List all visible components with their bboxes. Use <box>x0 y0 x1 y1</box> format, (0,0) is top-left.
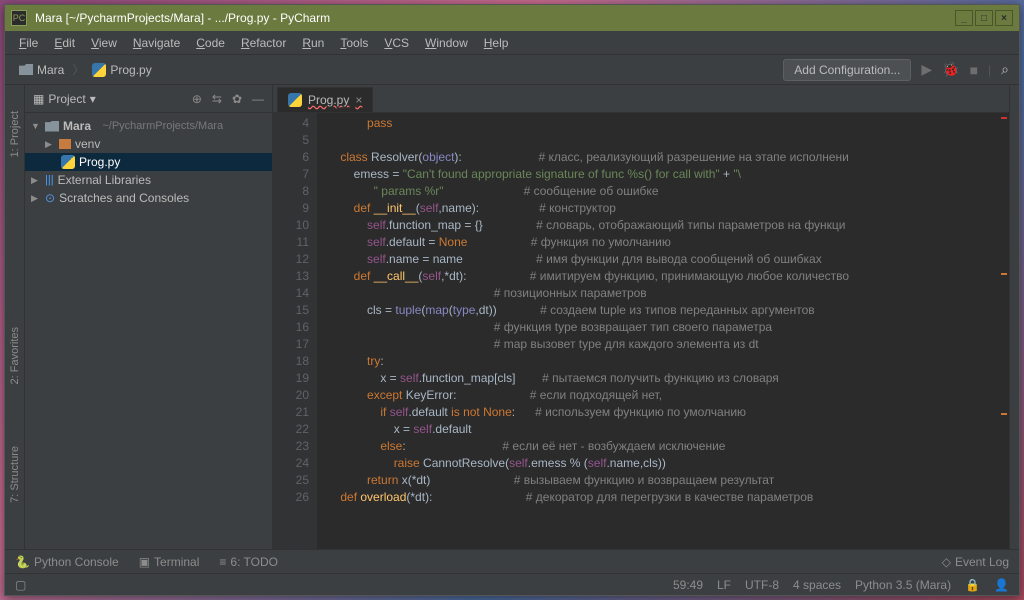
inspector-icon[interactable]: 👤 <box>994 578 1009 592</box>
project-tool-button[interactable]: 1: Project <box>7 105 23 163</box>
editor-tabs: Prog.py × <box>273 85 1009 113</box>
menu-refactor[interactable]: Refactor <box>233 36 294 50</box>
tree-venv[interactable]: ▶ venv <box>25 135 272 153</box>
scratches-icon: ⊙ <box>45 191 55 205</box>
lock-icon[interactable]: 🔒 <box>965 578 980 592</box>
close-button[interactable]: × <box>995 10 1013 26</box>
left-gutter-bar: 1: Project 2: Favorites 7: Structure <box>5 85 25 549</box>
tree-root[interactable]: ▼ Mara ~/PycharmProjects/Mara <box>25 117 272 135</box>
todo-button[interactable]: ≡ 6: TODO <box>219 555 278 569</box>
python-icon <box>61 155 75 169</box>
menu-view[interactable]: View <box>83 36 125 50</box>
line-gutter: 4567891011121314151617181920212223242526 <box>273 113 317 549</box>
stop-icon[interactable]: ■ <box>970 62 978 78</box>
right-gutter-bar <box>1009 85 1019 549</box>
code-text[interactable]: pass class Resolver(object): # класс, ре… <box>317 113 1009 549</box>
collapse-icon[interactable]: ⇆ <box>212 92 222 106</box>
menu-run[interactable]: Run <box>294 36 332 50</box>
python-icon <box>288 93 302 107</box>
favorites-tool-button[interactable]: 2: Favorites <box>7 321 23 390</box>
cursor-position[interactable]: 59:49 <box>673 578 703 592</box>
run-icon[interactable]: ▶ <box>921 61 932 78</box>
folder-icon <box>59 139 71 149</box>
breadcrumb: Mara 〉 Prog.py <box>15 61 156 79</box>
menu-navigate[interactable]: Navigate <box>125 36 188 50</box>
tree-external-libs[interactable]: ▶||| External Libraries <box>25 171 272 189</box>
bottom-toolbar: 🐍 Python Console ▣ Terminal ≡ 6: TODO ◇ … <box>5 549 1019 573</box>
statusbar: ▢ 59:49 LF UTF-8 4 spaces Python 3.5 (Ma… <box>5 573 1019 595</box>
app-icon: PC <box>11 10 27 26</box>
titlebar[interactable]: PC Mara [~/PycharmProjects/Mara] - .../P… <box>5 5 1019 31</box>
terminal-button[interactable]: ▣ Terminal <box>139 555 200 569</box>
sidebar-title[interactable]: ▦ Project ▾ <box>33 92 96 106</box>
target-icon[interactable]: ⊕ <box>192 92 202 106</box>
python-console-button[interactable]: 🐍 Python Console <box>15 555 119 569</box>
menubar: FileEditViewNavigateCodeRefactorRunTools… <box>5 31 1019 55</box>
menu-edit[interactable]: Edit <box>46 36 83 50</box>
minimize-button[interactable]: _ <box>955 10 973 26</box>
error-stripe[interactable] <box>999 113 1009 549</box>
add-configuration-button[interactable]: Add Configuration... <box>783 59 911 81</box>
menu-vcs[interactable]: VCS <box>376 36 417 50</box>
indent-setting[interactable]: 4 spaces <box>793 578 841 592</box>
project-sidebar: ▦ Project ▾ ⊕ ⇆ ✿ — ▼ Mara ~/PycharmProj… <box>25 85 273 549</box>
encoding[interactable]: UTF-8 <box>745 578 779 592</box>
library-icon: ||| <box>45 174 54 186</box>
status-icon[interactable]: ▢ <box>15 578 26 592</box>
menu-window[interactable]: Window <box>417 36 476 50</box>
settings-icon[interactable]: ✿ <box>232 92 242 106</box>
folder-icon <box>45 121 59 132</box>
menu-help[interactable]: Help <box>476 36 517 50</box>
tree-scratches[interactable]: ▶⊙ Scratches and Consoles <box>25 189 272 207</box>
toolbar: Mara 〉 Prog.py Add Configuration... ▶ 🐞 … <box>5 55 1019 85</box>
python-icon <box>92 63 106 77</box>
tree-file-selected[interactable]: Prog.py <box>25 153 272 171</box>
close-tab-icon[interactable]: × <box>355 93 362 107</box>
search-icon[interactable]: ⌕ <box>1001 61 1009 78</box>
breadcrumb-file[interactable]: Prog.py <box>88 61 155 79</box>
sidebar-header: ▦ Project ▾ ⊕ ⇆ ✿ — <box>25 85 272 113</box>
editor-tab[interactable]: Prog.py × <box>277 87 373 112</box>
maximize-button[interactable]: □ <box>975 10 993 26</box>
app-window: PC Mara [~/PycharmProjects/Mara] - .../P… <box>4 4 1020 596</box>
project-tree: ▼ Mara ~/PycharmProjects/Mara ▶ venv Pro… <box>25 113 272 211</box>
main-area: 1: Project 2: Favorites 7: Structure ▦ P… <box>5 85 1019 549</box>
breadcrumb-root[interactable]: Mara <box>15 61 68 79</box>
line-ending[interactable]: LF <box>717 578 731 592</box>
menu-tools[interactable]: Tools <box>332 36 376 50</box>
debug-icon[interactable]: 🐞 <box>942 61 959 78</box>
editor: Prog.py × 456789101112131415161718192021… <box>273 85 1009 549</box>
event-log-button[interactable]: ◇ Event Log <box>942 555 1009 569</box>
code-area[interactable]: 4567891011121314151617181920212223242526… <box>273 113 1009 549</box>
menu-file[interactable]: File <box>11 36 46 50</box>
folder-icon <box>19 64 33 75</box>
window-title: Mara [~/PycharmProjects/Mara] - .../Prog… <box>35 11 955 25</box>
structure-tool-button[interactable]: 7: Structure <box>7 440 23 509</box>
interpreter[interactable]: Python 3.5 (Mara) <box>855 578 951 592</box>
hide-icon[interactable]: — <box>252 92 264 106</box>
menu-code[interactable]: Code <box>188 36 233 50</box>
